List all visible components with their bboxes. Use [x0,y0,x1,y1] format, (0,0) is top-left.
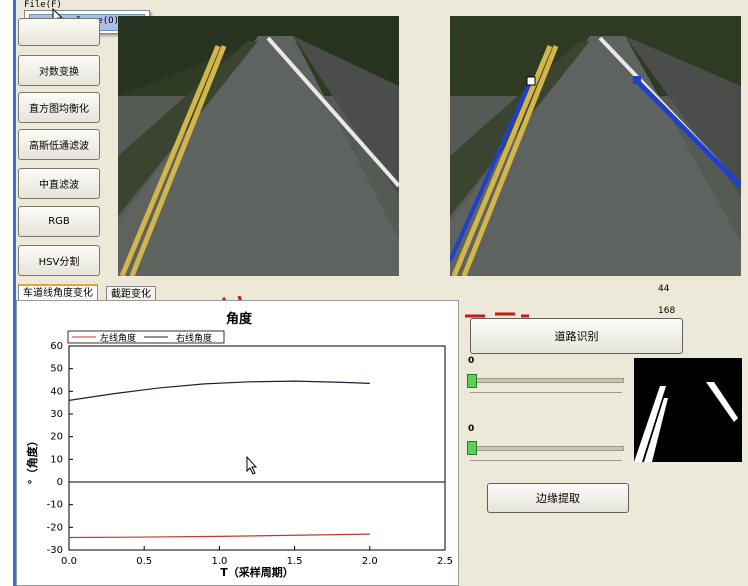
y-tick-label: 40 [50,386,63,397]
x-axis-label: T（采样周期） [220,565,294,579]
slider2-thumb[interactable] [467,441,477,455]
y-tick-label: 10 [50,454,63,465]
angle-chart: 6050403020100-10-20-30 0.0 0.5 1.0 1.5 2.0 2.… [25,330,453,579]
road-detect-button[interactable]: 道路识别 [470,318,683,354]
legend-left-lane: 左线角度 [100,332,136,344]
y-axis-label: °（角度） [25,435,39,485]
log-transform-button[interactable]: 对数变换 [18,55,100,86]
histogram-equalize-button[interactable]: 直方图均衡化 [18,92,100,123]
hidden-top-button[interactable] [18,18,100,46]
original-road-image [118,16,399,276]
slider1-thumb[interactable] [467,374,477,388]
x-tick-label: 0.5 [136,556,152,567]
x-tick-label: 2.0 [362,556,378,567]
hsv-segment-button[interactable]: HSV分割 [18,245,100,276]
y-tick-label: 50 [50,364,63,375]
slider2-value: 0 [468,424,475,434]
chart-legend: 左线角度 右线角度 [67,330,225,344]
y-tick-label: -20 [47,522,63,533]
rgb-button[interactable]: RGB [18,206,100,237]
y-tick-label: -10 [47,500,63,511]
value-label-b: 168 [658,306,676,316]
value-label-a: 44 [658,284,670,294]
gaussian-lowpass-button[interactable]: 高斯低通滤波 [18,129,100,160]
y-tick-label: -30 [47,545,63,556]
slider2-baseline [470,460,622,461]
y-tick-label: 60 [50,341,63,352]
code-editor-strip [0,0,14,586]
tab-intercept[interactable]: 截距变化 [106,286,156,301]
edge-mask-image [634,358,742,462]
slider1-track [470,378,624,383]
x-tick-label: 0.0 [61,556,77,567]
median-filter-button[interactable]: 中直滤波 [18,168,100,199]
y-tick-label: 0 [57,477,63,488]
slider1-baseline [470,392,622,393]
slider2-track [470,446,624,451]
slider1-value: 0 [468,356,475,366]
y-tick-label: 30 [50,409,63,420]
legend-right-lane: 右线角度 [176,332,212,344]
y-tick-label: 20 [50,432,63,443]
detected-road-image [450,16,741,276]
edge-extract-button[interactable]: 边缘提取 [487,483,629,513]
x-tick-label: 2.5 [437,556,453,567]
